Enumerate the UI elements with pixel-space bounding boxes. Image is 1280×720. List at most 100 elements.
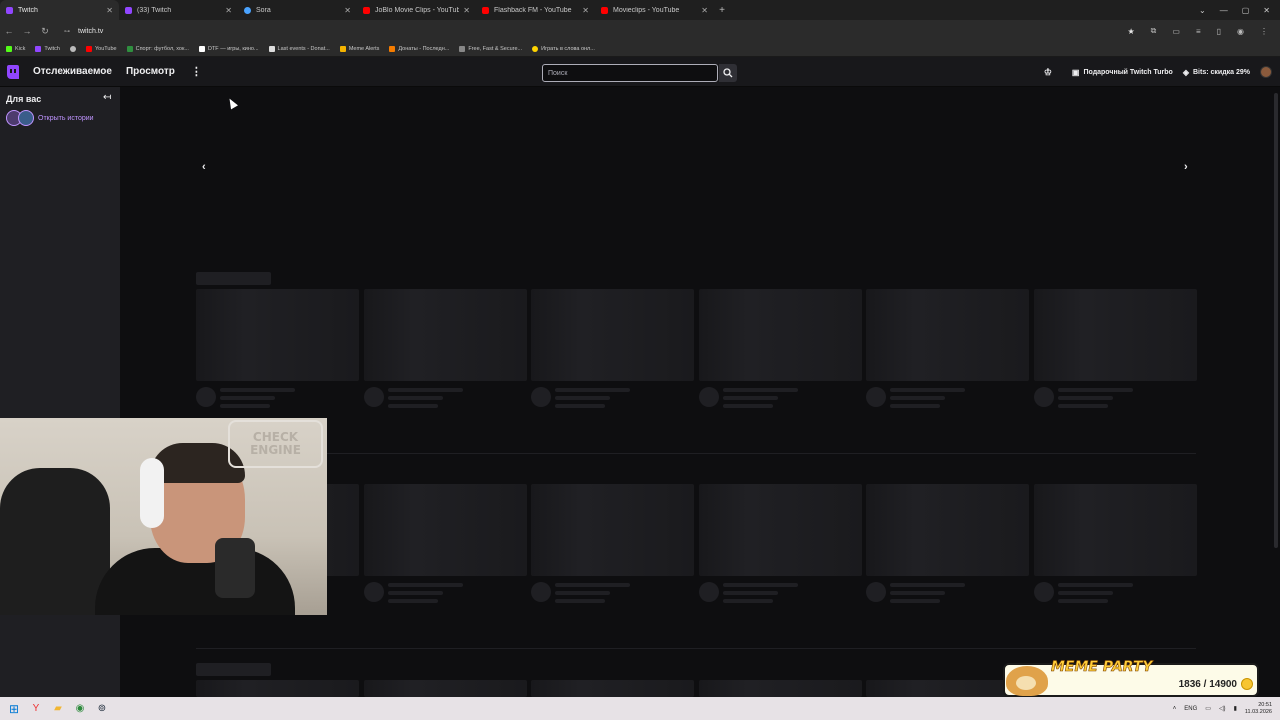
shelf-divider (196, 648, 1196, 649)
tab-search-icon[interactable]: ⌄ (1199, 6, 1206, 15)
user-avatar[interactable] (1260, 66, 1272, 78)
close-tab-icon[interactable]: ✕ (463, 6, 470, 15)
bookmark[interactable]: Донаты - Последн... (389, 46, 449, 52)
close-window-icon[interactable]: ✕ (1263, 6, 1270, 15)
search-button[interactable] (719, 64, 737, 82)
file-explorer-icon[interactable]: ▰ (50, 701, 66, 717)
tab-title: Twitch (18, 6, 38, 14)
carousel-prev-icon[interactable]: ‹ (202, 161, 206, 173)
minimize-icon[interactable]: — (1220, 6, 1228, 15)
tab-title: Movieclips - YouTube (613, 6, 680, 14)
profile-icon[interactable]: ◉ (1237, 27, 1244, 36)
browser-tab[interactable]: Twitch ✕ (0, 0, 119, 20)
browser-tab[interactable]: Sora ✕ (238, 0, 357, 20)
maximize-icon[interactable]: ▢ (1242, 6, 1250, 15)
gift-turbo-button[interactable]: ▣ Подарочный Twitch Turbo (1072, 68, 1173, 77)
bookmark-star-icon[interactable]: ★ (1127, 27, 1134, 36)
skeleton-line (220, 404, 270, 408)
chrome-icon[interactable]: ◉ (72, 701, 88, 717)
extension-icon[interactable]: ≡ (1196, 27, 1201, 36)
nav-following[interactable]: Отслеживаемое (33, 66, 112, 77)
url-field[interactable]: ⊶ twitch.tv (64, 28, 103, 35)
language-indicator[interactable]: ENG (1184, 706, 1197, 712)
kick-icon (6, 46, 12, 52)
back-icon[interactable]: ← (0, 26, 18, 36)
twitch-logo-icon[interactable] (7, 64, 19, 79)
browser-tab[interactable]: (33) Twitch ✕ (119, 0, 238, 20)
scrollbar-thumb[interactable] (1274, 93, 1278, 548)
reload-icon[interactable]: ↻ (36, 26, 54, 37)
bits-icon: ◈ (1182, 67, 1189, 77)
youtube-icon (85, 46, 92, 52)
skeleton-meta (196, 381, 359, 416)
skeleton-line (555, 396, 610, 400)
search-icon (723, 68, 733, 78)
extensions-icon[interactable]: ⧉ (1151, 26, 1157, 36)
bookmark[interactable]: Kick (6, 46, 25, 52)
menu-icon[interactable]: ⋮ (1260, 27, 1268, 36)
skeleton-line (890, 388, 965, 392)
browser-tab[interactable]: Movieclips - YouTube ✕ (595, 0, 714, 20)
clock[interactable]: 20:51 11.03.2026 (1245, 702, 1272, 716)
network-icon[interactable]: ▭ (1205, 705, 1211, 712)
steam-icon[interactable]: ⊚ (94, 701, 110, 717)
close-tab-icon[interactable]: ✕ (225, 6, 232, 15)
site-info-icon[interactable]: ⊶ (64, 28, 74, 35)
skeleton-avatar (196, 387, 216, 407)
youtube-favicon-icon (482, 6, 489, 14)
bookmark[interactable]: Спорт: футбол, хок... (126, 46, 189, 52)
browser-tab[interactable]: Flashback FM - YouTube ✕ (476, 0, 595, 20)
close-tab-icon[interactable]: ✕ (344, 6, 351, 15)
battery-icon[interactable]: ▮ (1234, 705, 1237, 712)
skeleton-line (555, 404, 605, 408)
bookmark[interactable]: Free, Fast & Secure... (459, 46, 522, 52)
skeleton-thumbnail (699, 484, 862, 576)
coin-icon (1241, 678, 1253, 690)
windows-start-icon[interactable]: ⊞ (6, 701, 22, 717)
tray-chevron-icon[interactable]: ˄ (1173, 706, 1177, 712)
meme-party-title: MEME PARTY (1051, 659, 1153, 676)
volume-icon[interactable]: ◁) (1219, 705, 1226, 712)
search-input[interactable]: Поиск (542, 64, 718, 82)
bookmark[interactable]: DTF — игры, кино... (198, 46, 259, 52)
skeleton-line (1058, 591, 1113, 595)
tab-title: Sora (256, 6, 271, 14)
close-tab-icon[interactable]: ✕ (106, 6, 113, 15)
prime-crown-icon[interactable]: ♔ (1044, 67, 1052, 78)
browser-tab[interactable]: JoBlo Movie Clips - YouTube ✕ (357, 0, 476, 20)
open-stories-button[interactable]: Открыть истории (6, 110, 94, 126)
scrollbar[interactable] (1272, 87, 1280, 697)
bookmark[interactable]: Meme Alerts (339, 46, 379, 52)
bookmark[interactable]: Играть в слова онл... (532, 46, 595, 52)
new-tab-icon[interactable]: + (714, 0, 730, 20)
close-tab-icon[interactable]: ✕ (701, 6, 708, 15)
cast-icon[interactable]: ▭ (1172, 27, 1180, 36)
nav-browse[interactable]: Просмотр (126, 66, 175, 77)
bookmark[interactable] (69, 46, 76, 52)
webcam-overlay: CHECK ENGINE (0, 418, 327, 615)
skeleton-line (555, 583, 630, 587)
skeleton-card (196, 680, 359, 697)
bookmark[interactable]: YouTube (85, 46, 117, 52)
bookmark[interactable]: Last events - Donat... (268, 46, 330, 52)
skeleton-meta (364, 576, 527, 611)
check-engine-sign: CHECK ENGINE (228, 420, 323, 468)
skeleton-card (364, 289, 527, 416)
bookmark-label: Донаты - Последн... (398, 46, 450, 52)
sidepanel-icon[interactable]: ▯ (1217, 27, 1221, 36)
skeleton-line (890, 591, 945, 595)
bookmark-label: Kick (15, 46, 26, 52)
skeleton-card (531, 484, 694, 611)
more-icon[interactable]: ⋮ (191, 65, 202, 78)
collapse-sidebar-icon[interactable]: ↤ (103, 92, 111, 103)
forward-icon[interactable]: → (18, 26, 36, 36)
skeleton-meta (866, 381, 1029, 416)
yandex-icon[interactable]: Y (28, 701, 44, 717)
bookmark[interactable]: Twitch (35, 46, 60, 52)
carousel-next-icon[interactable]: › (1184, 161, 1188, 173)
skeleton-thumbnail (699, 680, 862, 697)
close-tab-icon[interactable]: ✕ (582, 6, 589, 15)
bits-button[interactable]: ◈ Bits: скидка 29% (1183, 68, 1250, 77)
skeleton-thumbnail (531, 680, 694, 697)
bookmark-label: Free, Fast & Secure... (468, 46, 523, 52)
